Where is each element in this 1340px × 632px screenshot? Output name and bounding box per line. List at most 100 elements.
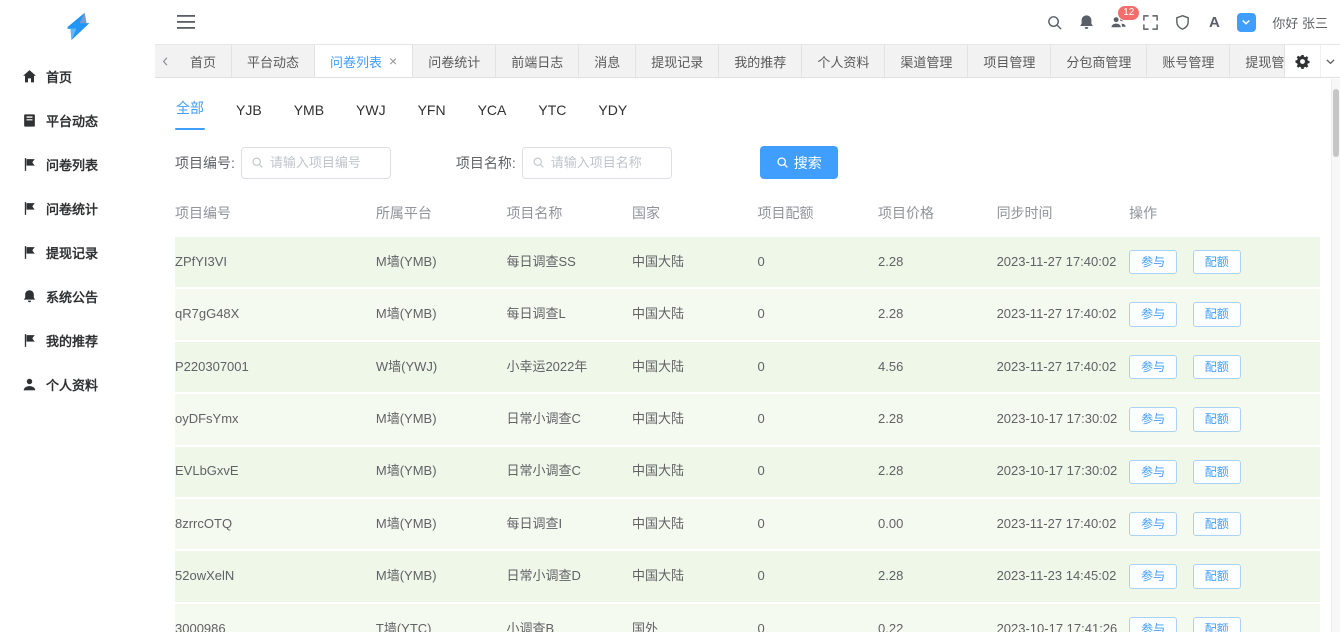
quota-button[interactable]: 配额 [1193,302,1241,326]
tabs-settings-gear-icon[interactable] [1284,45,1320,77]
quota-button[interactable]: 配额 [1193,355,1241,379]
cell-project-name: 每日调查SS [506,237,632,288]
column-header: 所属平台 [376,195,507,237]
filter-tab[interactable]: YMB [293,96,325,130]
tabs-dropdown-chevron-icon[interactable] [1320,45,1340,77]
tab-item[interactable]: 问卷列表 × [315,45,413,77]
quota-button[interactable]: 配额 [1193,460,1241,484]
filter-tab[interactable]: 全部 [175,92,205,130]
tab-label: 提现记录 [651,52,703,71]
hamburger-menu-icon[interactable] [175,12,197,32]
cell-price: 2.28 [878,288,997,340]
quota-button[interactable]: 配额 [1193,250,1241,274]
tabs-scroll-left-icon[interactable] [155,45,175,77]
users-icon[interactable]: 12 [1102,5,1134,39]
sidebar-item[interactable]: 提现记录 [0,230,155,274]
table-row: EVLbGxvE M墙(YMB) 日常小调查C 中国大陆 0 2.28 2023… [175,446,1320,498]
platform-filter-tabs: 全部 YJB YMB YWJ YFN YCA YTC YDY [175,92,1320,130]
join-button[interactable]: 参与 [1129,564,1177,588]
join-button[interactable]: 参与 [1129,355,1177,379]
tab-item[interactable]: 渠道管理 × [885,45,968,77]
cell-project-name: 每日调查L [506,288,632,340]
project-name-input-wrap [522,147,672,179]
tab-item[interactable]: 平台动态 × [232,45,315,77]
quota-button[interactable]: 配额 [1193,407,1241,431]
user-greeting[interactable]: 你好 张三 [1272,13,1328,32]
cell-project-id: ZPfYI3VI [175,237,376,288]
join-button[interactable]: 参与 [1129,407,1177,431]
sidebar-item-label: 问卷统计 [46,199,98,218]
quota-button[interactable]: 配额 [1193,512,1241,536]
cell-sync-time: 2023-10-17 17:30:02 [997,393,1130,445]
tab-close-icon[interactable]: × [389,54,397,68]
cell-sync-time: 2023-11-27 17:40:02 [997,498,1130,550]
tab-item[interactable]: 消息 × [579,45,636,77]
cell-project-id: 3000986 [175,603,376,632]
tab-label: 渠道管理 [900,52,952,71]
font-size-icon[interactable]: A [1198,5,1230,39]
filter-tab[interactable]: YWJ [355,96,387,130]
sidebar-item[interactable]: 问卷统计 [0,186,155,230]
sidebar-item[interactable]: 问卷列表 [0,142,155,186]
quota-button[interactable]: 配额 [1193,617,1241,632]
join-button[interactable]: 参与 [1129,250,1177,274]
search-button[interactable]: 搜索 [760,146,838,179]
cell-quota: 0 [758,393,879,445]
tab-item[interactable]: 项目管理 × [968,45,1051,77]
bell-icon[interactable] [1070,5,1102,39]
table-row: oyDFsYmx M墙(YMB) 日常小调查C 中国大陆 0 2.28 2023… [175,393,1320,445]
tab-label: 提现管理 [1245,52,1284,71]
sidebar-item[interactable]: 我的推荐 [0,318,155,362]
filter-tab[interactable]: YTC [537,96,567,130]
tab-item[interactable]: 提现记录 × [636,45,719,77]
cell-actions: 参与 配额 [1129,288,1320,340]
sidebar: 首页 平台动态 问卷列表 问卷统计 提现记录 系统公告 我的推荐 [0,0,155,632]
filter-tab[interactable]: YDY [597,96,628,130]
cell-price: 2.28 [878,550,997,602]
filter-tab[interactable]: YJB [235,96,263,130]
cell-sync-time: 2023-11-27 17:40:02 [997,288,1130,340]
project-id-input[interactable] [270,155,381,170]
cell-project-name: 小幸运2022年 [506,341,632,393]
tab-item[interactable]: 账号管理 × [1147,45,1230,77]
tab-label: 分包商管理 [1066,52,1131,71]
project-name-input[interactable] [551,155,662,170]
join-button[interactable]: 参与 [1129,617,1177,632]
sidebar-menu: 首页 平台动态 问卷列表 问卷统计 提现记录 系统公告 我的推荐 [0,48,155,406]
tab-item[interactable]: 分包商管理 × [1051,45,1147,77]
sidebar-item[interactable]: 个人资料 [0,362,155,406]
column-header: 项目编号 [175,195,376,237]
tab-item[interactable]: 前端日志 × [496,45,579,77]
tabbar: 首页 × 平台动态 × 问卷列表 × 问卷统计 × 前端日志 × 消息 × [155,44,1340,78]
sidebar-item-label: 问卷列表 [46,155,98,174]
tab-item[interactable]: 个人资料 × [802,45,885,77]
join-button[interactable]: 参与 [1129,302,1177,326]
sidebar-item[interactable]: 系统公告 [0,274,155,318]
filter-tab[interactable]: YFN [417,96,447,130]
filter-tab[interactable]: YCA [477,96,508,130]
join-button[interactable]: 参与 [1129,460,1177,484]
vertical-scrollbar[interactable] [1331,79,1340,632]
input-search-icon [251,156,264,169]
fullscreen-icon[interactable] [1134,5,1166,39]
language-switch-icon[interactable] [1230,5,1262,39]
cell-actions: 参与 配额 [1129,341,1320,393]
table-row: qR7gG48X M墙(YMB) 每日调查L 中国大陆 0 2.28 2023-… [175,288,1320,340]
tab-item[interactable]: 首页 × [175,45,232,77]
tab-label: 首页 [190,52,216,71]
shield-icon[interactable] [1166,5,1198,39]
tab-item[interactable]: 我的推荐 × [719,45,802,77]
search-icon[interactable] [1038,5,1070,39]
cell-project-id: P220307001 [175,341,376,393]
join-button[interactable]: 参与 [1129,512,1177,536]
scrollbar-thumb[interactable] [1333,89,1339,157]
tab-item[interactable]: 问卷统计 × [413,45,496,77]
cell-project-name: 每日调查I [506,498,632,550]
quota-button[interactable]: 配额 [1193,564,1241,588]
sidebar-item-icon [21,288,37,304]
tab-label: 问卷统计 [428,52,480,71]
sidebar-item-icon [21,112,37,128]
tab-item[interactable]: 提现管理 × [1230,45,1284,77]
sidebar-item[interactable]: 首页 [0,54,155,98]
sidebar-item[interactable]: 平台动态 [0,98,155,142]
